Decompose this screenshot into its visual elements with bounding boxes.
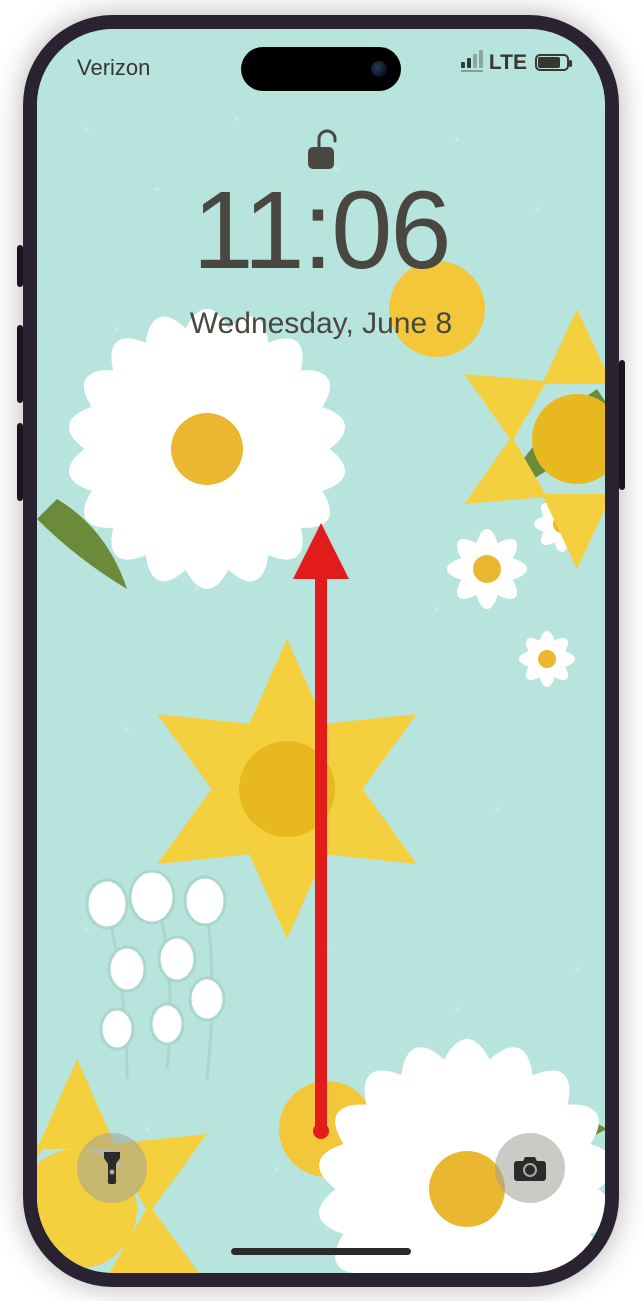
carrier-label: Verizon [77,55,150,81]
time-display: 11:06 [37,167,605,294]
silence-switch[interactable] [17,245,23,287]
home-indicator[interactable] [231,1248,411,1255]
flashlight-button[interactable] [77,1133,147,1203]
volume-up-button[interactable] [17,325,23,403]
date-display: Wednesday, June 8 [37,307,605,341]
lock-screen[interactable]: Verizon LTE 11:06 Wednesday, June 8 [37,29,605,1273]
camera-button[interactable] [495,1133,565,1203]
dynamic-island[interactable] [241,47,401,91]
status-right: LTE [461,51,569,75]
camera-icon [513,1154,547,1182]
network-label: LTE [489,51,527,75]
battery-icon [535,54,569,71]
flashlight-icon [98,1150,126,1186]
volume-down-button[interactable] [17,423,23,501]
signal-icon [461,54,483,72]
iphone-frame: Verizon LTE 11:06 Wednesday, June 8 [23,15,619,1287]
power-button[interactable] [619,360,625,490]
